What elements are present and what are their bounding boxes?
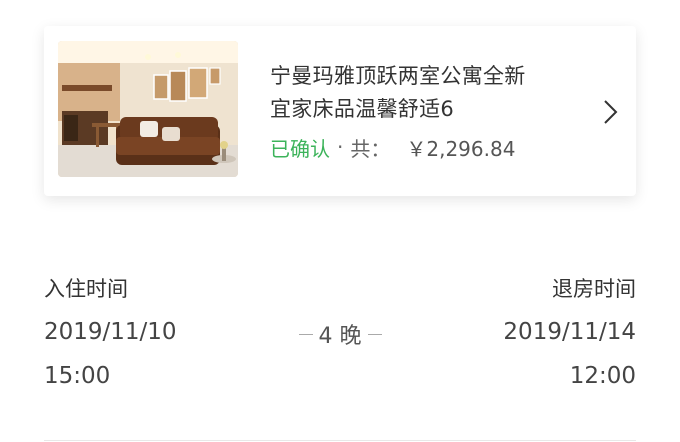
listing-photo bbox=[58, 41, 238, 177]
listing-title-line2: 宜家床品温馨舒适6 bbox=[270, 97, 455, 121]
chevron-right-icon[interactable] bbox=[600, 98, 620, 126]
listing-title[interactable]: 宁曼玛雅顶跃两室公寓全新 宜家床品温馨舒适6 bbox=[270, 60, 570, 126]
checkin-label: 入住时间 bbox=[44, 277, 128, 301]
nights-label: 4 晚 bbox=[318, 324, 362, 349]
separator-dot: · bbox=[337, 135, 344, 159]
checkin-time: 15:00 bbox=[44, 363, 111, 389]
section-divider bbox=[44, 440, 636, 441]
nights-count: 4 晚 bbox=[290, 318, 390, 350]
checkin-date: 2019/11/10 bbox=[44, 319, 177, 345]
checkout-time: 12:00 bbox=[569, 363, 636, 389]
checkout-date: 2019/11/14 bbox=[503, 319, 636, 345]
nights-right-dash bbox=[367, 333, 382, 335]
order-meta: 已确认 · 共： ￥2,296.84 bbox=[270, 132, 515, 162]
nights-left-dash bbox=[298, 333, 313, 335]
status-badge: 已确认 bbox=[270, 136, 330, 161]
checkout-label: 退房时间 bbox=[552, 277, 636, 301]
total-label: 共： bbox=[350, 136, 391, 161]
listing-card[interactable]: 宁曼玛雅顶跃两室公寓全新 宜家床品温馨舒适6 已确认 · 共： ￥2,296.8… bbox=[44, 26, 636, 196]
total-price: ￥2,296.84 bbox=[406, 136, 516, 161]
listing-title-line1: 宁曼玛雅顶跃两室公寓全新 bbox=[270, 64, 526, 88]
